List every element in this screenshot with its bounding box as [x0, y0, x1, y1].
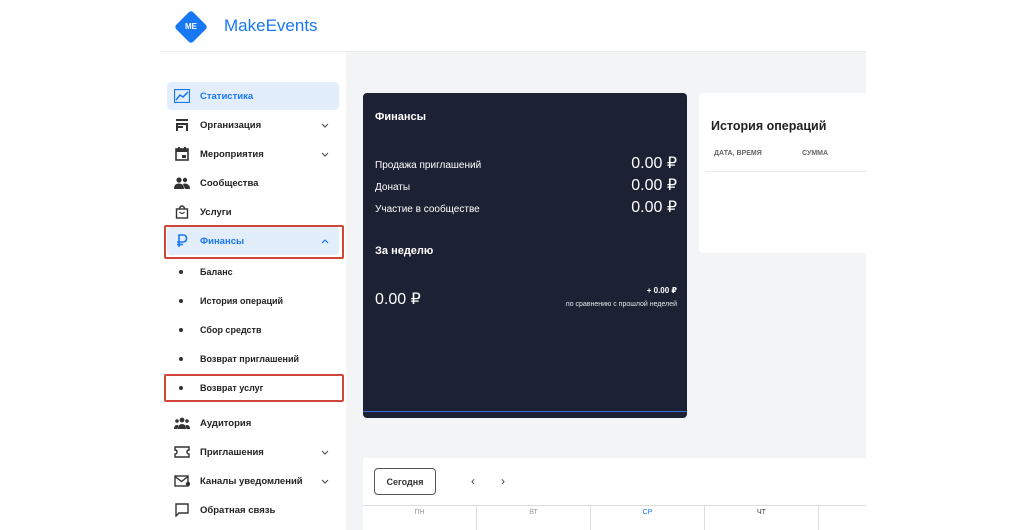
sidebar-item-finance[interactable]: Финансы [167, 227, 339, 255]
history-col-datetime: ДАТА, ВРЕМЯ [714, 150, 762, 157]
sidebar-subitem-label: История операций [200, 296, 284, 306]
sidebar-item-organization[interactable]: Организация [167, 111, 339, 139]
top-bar: ME MakeEvents [160, 0, 866, 52]
today-button[interactable]: Сегодня [374, 468, 436, 495]
people-icon [174, 175, 190, 191]
chevron-down-icon [319, 152, 331, 157]
day-header-tue: ВТ [477, 506, 591, 530]
bullet-icon [179, 386, 183, 390]
store-icon [174, 117, 190, 133]
brand-name: MakeEvents [224, 16, 318, 35]
sidebar-item-label: Организация [200, 119, 262, 131]
week-title: За неделю [375, 245, 434, 257]
next-week-button[interactable]: › [501, 474, 505, 488]
finance-row-value: 0.00 ₽ [631, 155, 677, 172]
sidebar-item-statistics[interactable]: Статистика [167, 82, 339, 110]
chevron-down-icon [319, 123, 331, 128]
app-logo[interactable]: ME [174, 10, 208, 44]
finance-card: Финансы Продажа приглашений 0.00 ₽ Донат… [363, 93, 687, 418]
sidebar-item-events[interactable]: Мероприятия [167, 140, 339, 168]
sidebar-subitem-fundraising[interactable]: Сбор средств [167, 317, 339, 343]
sidebar-item-label: Статистика [200, 90, 254, 102]
sidebar-item-label: Сообщества [200, 177, 259, 189]
sidebar-subitem-history[interactable]: История операций [167, 288, 339, 314]
sidebar-subitem-label: Возврат приглашений [200, 354, 300, 364]
feedback-icon [174, 502, 190, 518]
sidebar-subitem-balance[interactable]: Баланс [167, 259, 339, 285]
chevron-up-icon [319, 238, 331, 244]
finance-row-value: 0.00 ₽ [631, 199, 677, 216]
sidebar-subitem-label: Сбор средств [200, 325, 262, 335]
ticket-icon [174, 444, 190, 460]
sidebar-item-label: Услуги [200, 206, 232, 218]
sidebar-item-label: Каналы уведомлений [200, 475, 303, 487]
chart-icon [174, 88, 190, 104]
sidebar-item-invitations[interactable]: Приглашения [167, 438, 339, 466]
app-window: ME MakeEvents Статистика Организация Мер… [160, 0, 866, 530]
bullet-icon [179, 299, 183, 303]
prev-week-button[interactable]: ‹ [471, 474, 475, 488]
bullet-icon [179, 328, 183, 332]
finance-row-label: Продажа приглашений [375, 160, 482, 171]
day-header-wed: СР [591, 506, 705, 530]
card-accent-line [363, 411, 687, 412]
day-header-mon: ПН [363, 506, 477, 530]
history-divider [705, 171, 866, 172]
finance-row-donations: Донаты 0.00 ₽ [375, 175, 677, 195]
sidebar-item-notification-channels[interactable]: Каналы уведомлений [167, 467, 339, 495]
day-header-thu: ЧТ [705, 506, 819, 530]
sidebar-item-label: Мероприятия [200, 148, 264, 160]
sidebar-subitem-service-refunds[interactable]: Возврат услуг [167, 375, 339, 401]
finance-row-value: 0.00 ₽ [631, 177, 677, 194]
sidebar-item-audience[interactable]: Аудитория [167, 409, 339, 437]
bullet-icon [179, 357, 183, 361]
chevron-down-icon [319, 450, 331, 455]
ruble-icon [174, 233, 190, 249]
finance-row-community: Участие в сообществе 0.00 ₽ [375, 197, 677, 217]
sidebar-subitem-label: Баланс [200, 267, 233, 277]
sidebar-item-label: Обратная связь [200, 504, 276, 516]
week-delta: + 0.00 ₽ [646, 286, 677, 295]
mail-icon [174, 473, 190, 489]
week-amount: 0.00 ₽ [375, 291, 421, 308]
finance-row-label: Участие в сообществе [375, 204, 480, 215]
sidebar: Статистика Организация Мероприятия Сообщ… [160, 52, 346, 530]
sidebar-item-label: Приглашения [200, 446, 264, 458]
history-card: История операций ДАТА, ВРЕМЯ СУММА [699, 93, 866, 253]
sidebar-item-services[interactable]: Услуги [167, 198, 339, 226]
sidebar-item-feedback[interactable]: Обратная связь [167, 496, 339, 524]
finance-row-invitations: Продажа приглашений 0.00 ₽ [375, 153, 677, 173]
sidebar-item-label: Финансы [200, 235, 245, 247]
calendar-header: ПН ВТ СР ЧТ [363, 505, 866, 530]
sidebar-item-communities[interactable]: Сообщества [167, 169, 339, 197]
calendar-icon [174, 146, 190, 162]
chevron-down-icon [319, 479, 331, 484]
finance-row-label: Донаты [375, 182, 411, 193]
logo-text: ME [185, 22, 197, 31]
bullet-icon [179, 270, 183, 274]
week-compare-text: по сравнению с прошлой неделей [565, 301, 677, 308]
finance-title: Финансы [375, 111, 427, 123]
sidebar-subitem-label: Возврат услуг [200, 383, 264, 393]
sidebar-item-label: Аудитория [200, 417, 252, 429]
sidebar-subitem-invitation-refunds[interactable]: Возврат приглашений [167, 346, 339, 372]
history-col-amount: СУММА [802, 150, 829, 157]
audience-icon [174, 415, 190, 431]
bag-icon [174, 204, 190, 220]
calendar: Сегодня ‹ › ПН ВТ СР ЧТ [363, 458, 866, 530]
history-title: История операций [711, 119, 827, 133]
